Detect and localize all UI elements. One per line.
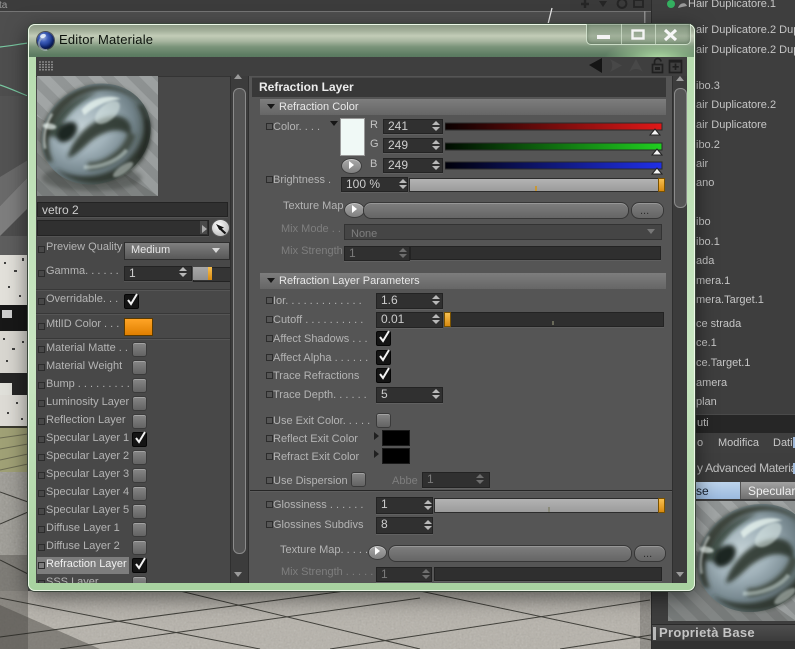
svg-text:ta: ta [0,0,8,11]
